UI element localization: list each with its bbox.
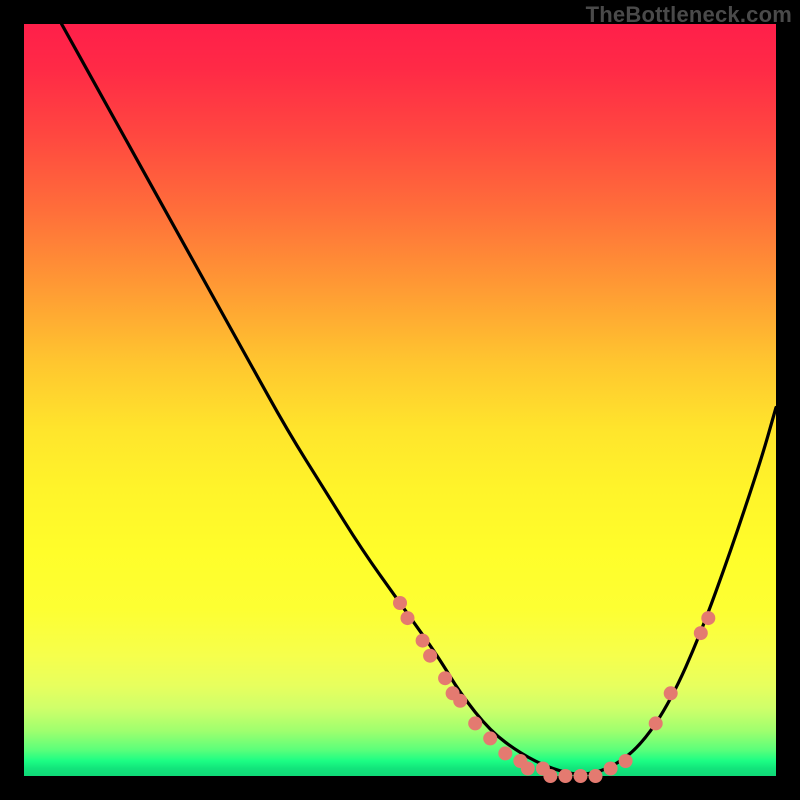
data-point	[453, 694, 467, 708]
data-point	[401, 611, 415, 625]
data-point	[574, 769, 588, 783]
data-point	[521, 762, 535, 776]
data-point	[483, 731, 497, 745]
data-point	[649, 716, 663, 730]
data-point	[558, 769, 572, 783]
data-points-group	[393, 596, 715, 783]
watermark-text: TheBottleneck.com	[586, 2, 792, 28]
chart-stage: TheBottleneck.com	[0, 0, 800, 800]
data-point	[438, 671, 452, 685]
data-point	[664, 686, 678, 700]
data-point	[393, 596, 407, 610]
data-point	[468, 716, 482, 730]
data-point	[416, 634, 430, 648]
data-point	[543, 769, 557, 783]
data-point	[694, 626, 708, 640]
data-point	[619, 754, 633, 768]
data-point	[701, 611, 715, 625]
data-point	[604, 762, 618, 776]
chart-svg	[24, 24, 776, 776]
data-point	[589, 769, 603, 783]
data-point	[498, 746, 512, 760]
data-point	[423, 649, 437, 663]
bottleneck-curve	[62, 24, 776, 774]
